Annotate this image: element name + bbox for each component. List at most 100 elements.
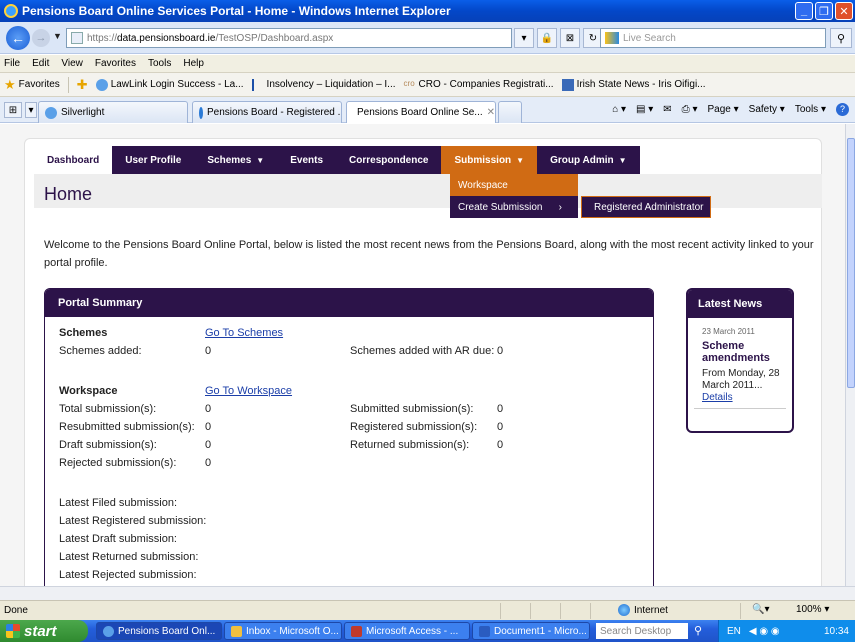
address-input[interactable]: https://data.pensionsboard.ie/TestOSP/Da… — [66, 28, 512, 48]
tools-menu[interactable]: Tools ▾ — [795, 104, 826, 115]
ie-page-icon — [45, 106, 57, 119]
search-icon[interactable]: ⚲ — [830, 28, 852, 48]
favorite-link-iris[interactable]: Irish State News - Iris Oifigi... — [561, 78, 706, 91]
close-button[interactable]: ✕ — [835, 2, 853, 20]
zone-label: Internet — [634, 604, 668, 616]
favorite-link-insolvency[interactable]: Insolvency – Liquidation – I... — [251, 78, 396, 91]
menu-item-registered-administrator[interactable]: Registered Administrator — [581, 196, 711, 218]
url-host: data.pensionsboard.ie — [117, 32, 216, 44]
taskbar-item-word[interactable]: Document1 - Micro... — [472, 622, 590, 640]
menu-favorites[interactable]: Favorites — [95, 58, 136, 69]
schemes-heading: Schemes — [59, 327, 108, 339]
favorite-link-lawlink[interactable]: LawLink Login Success - La... — [95, 78, 244, 91]
menu-tools[interactable]: Tools — [148, 58, 171, 69]
status-text: Done — [4, 605, 28, 616]
address-toolbar: ← → ▼ https://data.pensionsboard.ie/Test… — [0, 22, 855, 54]
site-icon — [561, 78, 574, 91]
address-dropdown-icon[interactable]: ▾ — [514, 28, 534, 48]
taskbar-item-access[interactable]: Microsoft Access - ... — [344, 622, 470, 640]
compatibility-icon[interactable]: ⊠ — [560, 28, 580, 48]
favorite-label: Irish State News - Iris Oifigi... — [576, 79, 706, 90]
go-to-schemes-link[interactable]: Go To Schemes — [205, 327, 283, 339]
tab-online-services[interactable]: Pensions Board Online Se... ✕ — [346, 101, 496, 123]
menu-help[interactable]: Help — [183, 58, 204, 69]
new-tab-button[interactable] — [498, 101, 522, 123]
close-tab-icon[interactable]: ✕ — [487, 107, 495, 118]
page-icon — [71, 32, 83, 44]
search-icon[interactable]: ⚲ — [694, 624, 702, 637]
desktop-search-input[interactable]: Search Desktop — [596, 623, 688, 639]
restore-button[interactable]: ❐ — [815, 2, 833, 20]
security-zone[interactable]: Internet — [618, 604, 668, 616]
go-to-workspace-link[interactable]: Go To Workspace — [205, 385, 292, 397]
menu-edit[interactable]: Edit — [32, 58, 49, 69]
menu-item-workspace[interactable]: Workspace — [450, 174, 578, 196]
tab-list-icon[interactable]: ▾ — [25, 102, 37, 118]
favorite-label: Insolvency – Liquidation – I... — [266, 79, 396, 90]
taskbar-item-outlook[interactable]: Inbox - Microsoft O... — [224, 622, 342, 640]
site-icon — [251, 78, 264, 91]
scroll-thumb[interactable] — [847, 138, 855, 388]
history-dropdown-icon[interactable]: ▼ — [53, 31, 62, 41]
nav-group-admin[interactable]: Group Admin ▼ — [537, 146, 639, 174]
live-search-icon — [605, 32, 619, 44]
portal-summary-panel: Portal Summary Schemes Go To Schemes Sch… — [44, 288, 654, 586]
latest-filed-label: Latest Filed submission: — [59, 497, 177, 509]
taskbar-item-ie[interactable]: Pensions Board Onl... — [96, 622, 222, 640]
tab-registered[interactable]: Pensions Board - Registered ... — [192, 101, 342, 123]
returned-value: 0 — [497, 439, 504, 451]
search-input[interactable]: Live Search — [600, 28, 826, 48]
tray-icons[interactable]: ◀ ◉ ◉ — [749, 626, 780, 637]
favorites-button[interactable]: ★ Favorites — [4, 77, 60, 93]
draft-label: Draft submission(s): — [59, 439, 157, 451]
mail-icon[interactable]: ✉ — [663, 104, 671, 115]
ie-page-icon — [95, 78, 108, 91]
vertical-scrollbar[interactable] — [845, 124, 855, 586]
back-button[interactable]: ← — [6, 26, 30, 50]
zoom-control[interactable]: 100% ▾ — [796, 604, 829, 615]
safety-menu[interactable]: Safety ▾ — [749, 104, 785, 115]
globe-icon — [618, 604, 630, 616]
chevron-down-icon: ▼ — [256, 155, 265, 165]
help-icon[interactable]: ? — [836, 103, 849, 116]
lock-icon[interactable]: 🔒 — [537, 28, 557, 48]
window-controls: _ ❐ ✕ — [795, 2, 853, 20]
nav-dashboard[interactable]: Dashboard — [34, 146, 113, 174]
tab-silverlight[interactable]: Silverlight — [38, 101, 188, 123]
home-icon[interactable]: ⌂ ▾ — [612, 104, 626, 115]
favorite-link-cro[interactable]: cro CRO - Companies Registrati... — [404, 79, 554, 91]
language-indicator[interactable]: EN — [727, 626, 741, 637]
add-favorite-icon[interactable]: ✚ — [77, 77, 88, 93]
menu-bar: File Edit View Favorites Tools Help — [0, 55, 855, 73]
tab-bar: ⊞ ▾ Silverlight Pensions Board - Registe… — [0, 97, 855, 123]
menu-item-create-submission[interactable]: Create Submission › — [450, 196, 578, 218]
start-button[interactable]: start — [0, 620, 88, 642]
nav-submission[interactable]: Submission ▼ — [441, 146, 538, 174]
chevron-down-icon: ▼ — [618, 155, 627, 165]
total-value: 0 — [205, 403, 212, 415]
divider — [560, 603, 561, 619]
menu-view[interactable]: View — [61, 58, 83, 69]
latest-news-header: Latest News — [688, 290, 792, 318]
divider — [694, 408, 786, 409]
chevron-right-icon: › — [558, 201, 562, 213]
schemes-added-label: Schemes added: — [59, 345, 142, 357]
horizontal-scrollbar[interactable] — [0, 586, 855, 600]
nav-schemes[interactable]: Schemes ▼ — [194, 146, 277, 174]
menu-file[interactable]: File — [4, 58, 20, 69]
nav-correspondence[interactable]: Correspondence — [336, 146, 441, 174]
news-details-link[interactable]: Details — [702, 392, 733, 403]
minimize-button[interactable]: _ — [795, 2, 813, 20]
protected-mode-icon[interactable]: 🔍▾ — [752, 604, 769, 615]
nav-user-profile[interactable]: User Profile — [112, 146, 194, 174]
tab-label: Pensions Board Online Se... — [357, 107, 483, 118]
feeds-icon[interactable]: ▤ ▾ — [636, 104, 653, 115]
print-icon[interactable]: ⎙ ▾ — [682, 104, 698, 115]
divider — [500, 603, 501, 619]
page-menu[interactable]: Page ▾ — [707, 104, 738, 115]
nav-events[interactable]: Events — [277, 146, 336, 174]
forward-button[interactable]: → — [32, 29, 50, 47]
quick-tabs-icon[interactable]: ⊞ — [4, 102, 22, 118]
news-title: Scheme amendments — [702, 340, 770, 364]
divider — [740, 603, 741, 619]
